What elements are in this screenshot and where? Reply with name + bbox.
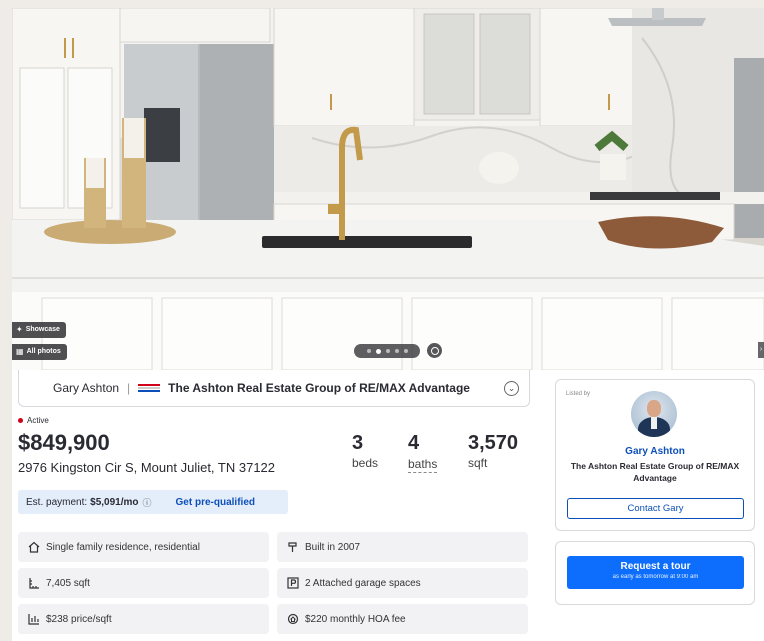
carousel-dot[interactable] (403, 349, 408, 353)
listing-agent-firm: The Ashton Real Estate Group of RE/MAX A… (570, 461, 740, 483)
carousel-dot[interactable] (366, 349, 371, 353)
baths-value: 4 (408, 432, 420, 454)
payment-estimate: Est. payment: $5,091/mo ⓘ Get pre-qualif… (18, 490, 288, 514)
sparkle-icon: ✦ (16, 325, 23, 334)
fact-item: $220 monthly HOA fee (277, 604, 528, 634)
fact-text: $220 monthly HOA fee (305, 613, 406, 625)
contact-agent-button[interactable]: Contact Gary (567, 498, 744, 519)
request-tour-button[interactable]: Request a tour as early as tomorrow at 9… (567, 556, 744, 589)
beds-stat: 3 beds (352, 432, 408, 473)
carousel-dot[interactable] (394, 349, 399, 353)
photos-icon: ▦ (16, 347, 24, 356)
price-per-sqft-icon (28, 614, 39, 625)
fact-item: 2 Attached garage spaces (277, 568, 528, 598)
payment-label: Est. payment: (26, 496, 88, 508)
all-photos-button[interactable]: ▦ All photos (12, 344, 67, 360)
sqft-value: 3,570 (468, 432, 519, 454)
listed-by-heading: Listed by (566, 391, 591, 397)
fact-item: Single family residence, residential (18, 532, 269, 562)
listing-photo[interactable]: ✦ Showcase ▦ All photos › (12, 8, 764, 370)
fact-item: $238 price/sqft (18, 604, 269, 634)
photo-carousel-dots[interactable] (354, 344, 420, 358)
chevron-down-icon[interactable]: ⌄ (504, 381, 519, 396)
ruler-icon (29, 578, 39, 589)
fact-text: Built in 2007 (305, 541, 361, 553)
sqft-stat: 3,570 sqft (468, 432, 518, 473)
payment-amount: $5,091/mo (90, 496, 139, 508)
request-tour-card: Request a tour as early as tomorrow at 9… (555, 541, 755, 605)
fact-text: Single family residence, residential (46, 541, 200, 553)
beds-label: beds (352, 456, 379, 470)
fact-text: $238 price/sqft (46, 613, 112, 625)
parking-icon (287, 577, 299, 589)
status-label: Active (27, 416, 49, 425)
fact-item: 7,405 sqft (18, 568, 269, 598)
house-icon (28, 541, 40, 553)
request-tour-sublabel: as early as tomorrow at 9:00 am (612, 574, 699, 580)
attribution-separator: | (127, 381, 131, 395)
fact-item: Built in 2007 (277, 532, 528, 562)
agent-attribution-bar[interactable]: Gary Ashton | The Ashton Real Estate Gro… (18, 370, 530, 407)
beds-value: 3 (352, 432, 364, 454)
listed-by-card: Listed by Gary Ashton The Ashton Real Es… (555, 379, 755, 531)
listing-price: $849,900 (18, 430, 110, 455)
attribution-agent-name: Gary Ashton (53, 381, 120, 395)
all-photos-label: All photos (26, 348, 61, 355)
attribution-brokerage: The Ashton Real Estate Group of RE/MAX A… (168, 381, 470, 395)
kitchen-photo-illustration (12, 8, 764, 370)
fact-text: 2 Attached garage spaces (305, 577, 421, 589)
get-prequalified-link[interactable]: Get pre-qualified (176, 497, 255, 508)
carousel-dot[interactable] (385, 349, 390, 353)
home-stats: 3 beds 4 baths 3,570 sqft (352, 432, 518, 473)
listing-page: ✦ Showcase ▦ All photos › Gary Ashton | … (12, 8, 764, 641)
showcase-badge[interactable]: ✦ Showcase (12, 322, 66, 338)
fact-text: 7,405 sqft (46, 577, 90, 589)
baths-label[interactable]: baths (408, 457, 438, 473)
hoa-icon (287, 613, 299, 625)
agent-avatar[interactable] (631, 391, 677, 437)
request-tour-label: Request a tour (620, 561, 691, 572)
listing-agent-name[interactable]: Gary Ashton (556, 446, 754, 457)
status-badge: Active (18, 416, 49, 425)
baths-stat[interactable]: 4 baths (408, 432, 468, 473)
remax-logo-icon (138, 384, 161, 392)
status-dot-icon (18, 418, 23, 423)
gallery-view-icon[interactable] (426, 342, 443, 359)
info-icon[interactable]: ⓘ (143, 496, 152, 509)
showcase-label: Showcase (25, 326, 60, 333)
sqft-label: sqft (468, 456, 488, 470)
next-photo-icon[interactable]: › (758, 342, 764, 358)
hammer-icon (288, 542, 297, 552)
carousel-dot-active[interactable] (375, 348, 381, 354)
facts-grid: Single family residence, residential Bui… (18, 532, 528, 634)
listing-address: 2976 Kingston Cir S, Mount Juliet, TN 37… (18, 460, 276, 475)
